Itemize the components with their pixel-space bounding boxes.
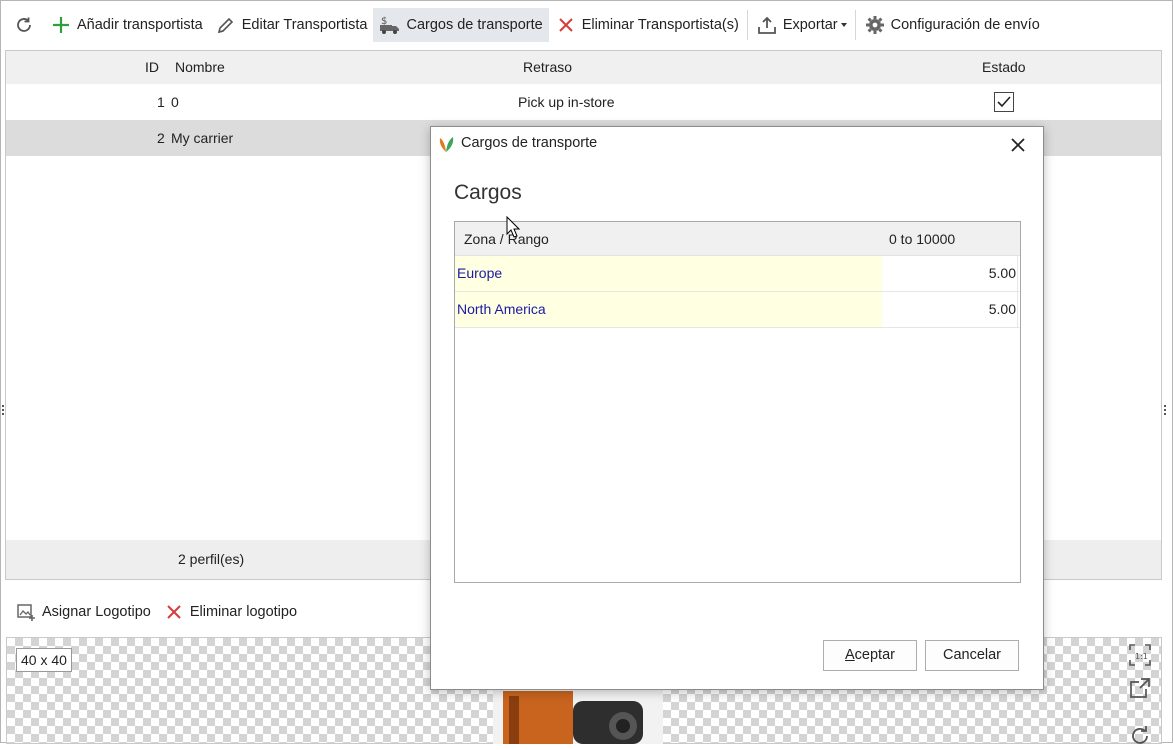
- column-header-id[interactable]: ID: [145, 51, 159, 84]
- column-header-range[interactable]: 0 to 10000: [889, 222, 955, 256]
- delete-carrier-label: Eliminar Transportista(s): [581, 17, 739, 33]
- refresh-icon: [13, 14, 35, 36]
- check-icon: [997, 96, 1011, 108]
- profile-count: 2 perfil(es): [178, 551, 245, 567]
- gear-icon: [864, 14, 886, 36]
- export-icon: [756, 14, 778, 36]
- mouse-cursor-icon: [506, 216, 520, 238]
- column-header-name[interactable]: Nombre: [175, 51, 225, 84]
- accept-button[interactable]: Aceptar: [823, 640, 917, 671]
- remove-logo-button[interactable]: Eliminar logotipo: [157, 597, 303, 627]
- refresh-button[interactable]: [9, 8, 44, 42]
- table-row[interactable]: North America 5.00: [455, 292, 1020, 328]
- assign-logo-label: Asignar Logotipo: [42, 604, 151, 620]
- row-id: 1: [157, 94, 165, 110]
- table-row[interactable]: Europe 5.00: [455, 256, 1020, 292]
- open-external-icon[interactable]: [1129, 677, 1151, 699]
- edit-carrier-label: Editar Transportista: [241, 17, 368, 33]
- plus-icon: [50, 14, 72, 36]
- svg-text:1:1: 1:1: [1135, 652, 1148, 661]
- zone-cell[interactable]: Europe: [455, 256, 882, 291]
- zone-cell[interactable]: North America: [455, 292, 882, 327]
- rotate-icon[interactable]: [1129, 725, 1151, 747]
- actual-size-icon[interactable]: 1:1: [1129, 644, 1151, 666]
- carrier-logo-image: [493, 686, 663, 744]
- row-id: 2: [157, 130, 165, 146]
- assign-logo-button[interactable]: Asignar Logotipo: [9, 597, 157, 627]
- splitter-handle-left[interactable]: [2, 405, 4, 415]
- add-carrier-label: Añadir transportista: [77, 17, 203, 33]
- shipping-settings-button[interactable]: Configuración de envío: [858, 8, 1046, 42]
- truck-logo-icon: [493, 686, 663, 744]
- cancel-button[interactable]: Cancelar: [925, 640, 1019, 671]
- shipping-settings-label: Configuración de envío: [890, 17, 1040, 33]
- toolbar-separator: [746, 10, 748, 40]
- close-icon: [163, 601, 185, 623]
- export-label: Exportar: [782, 17, 838, 33]
- logo-toolbar: Asignar Logotipo Eliminar logotipo: [9, 597, 303, 627]
- dialog-title: Cargos de transporte: [461, 135, 598, 151]
- grid-header: ID Nombre Retraso Estado: [6, 51, 1161, 84]
- status-checkbox[interactable]: [994, 92, 1014, 112]
- accept-label: ceptar: [854, 647, 895, 663]
- toolbar-separator: [854, 10, 856, 40]
- charge-cell[interactable]: 5.00: [882, 292, 1018, 327]
- column-header-delay[interactable]: Retraso: [523, 51, 572, 84]
- main-toolbar: Añadir transportista Editar Transportist…: [1, 1, 1173, 49]
- close-icon: [555, 14, 577, 36]
- shipping-charges-label: Cargos de transporte: [406, 17, 543, 33]
- close-icon[interactable]: [1009, 136, 1027, 154]
- dialog-heading: Cargos: [454, 181, 522, 204]
- image-size-badge: 40 x 40: [16, 648, 72, 672]
- remove-logo-label: Eliminar logotipo: [189, 604, 298, 620]
- edit-carrier-button[interactable]: Editar Transportista: [209, 8, 374, 42]
- delete-carrier-button[interactable]: Eliminar Transportista(s): [549, 8, 745, 42]
- row-name: 0: [171, 94, 179, 110]
- add-image-icon: [15, 601, 37, 623]
- app-window: Añadir transportista Editar Transportist…: [0, 0, 1173, 744]
- add-carrier-button[interactable]: Añadir transportista: [44, 8, 209, 42]
- row-name: My carrier: [171, 130, 234, 146]
- app-logo-icon: [439, 137, 454, 152]
- row-delay: Pick up in-store: [518, 94, 615, 110]
- charges-table[interactable]: Zona / Rango 0 to 10000 Europe 5.00 Nort…: [454, 221, 1021, 583]
- shipping-charges-button[interactable]: $ Cargos de transporte: [373, 8, 549, 42]
- chevron-down-icon: [840, 23, 847, 27]
- splitter-handle-right[interactable]: [1164, 405, 1166, 415]
- export-button[interactable]: Exportar: [750, 8, 853, 42]
- accept-mnemonic: A: [845, 647, 855, 663]
- charge-cell[interactable]: 5.00: [882, 256, 1018, 291]
- charges-header: Zona / Rango 0 to 10000: [455, 222, 1020, 256]
- column-header-status[interactable]: Estado: [982, 51, 1026, 84]
- shipping-charges-dialog: Cargos de transporte Cargos Zona / Rango…: [430, 126, 1044, 690]
- pencil-icon: [215, 14, 237, 36]
- shipping-charges-icon: $: [379, 14, 401, 36]
- table-row[interactable]: 1 0 Pick up in-store: [6, 84, 1161, 120]
